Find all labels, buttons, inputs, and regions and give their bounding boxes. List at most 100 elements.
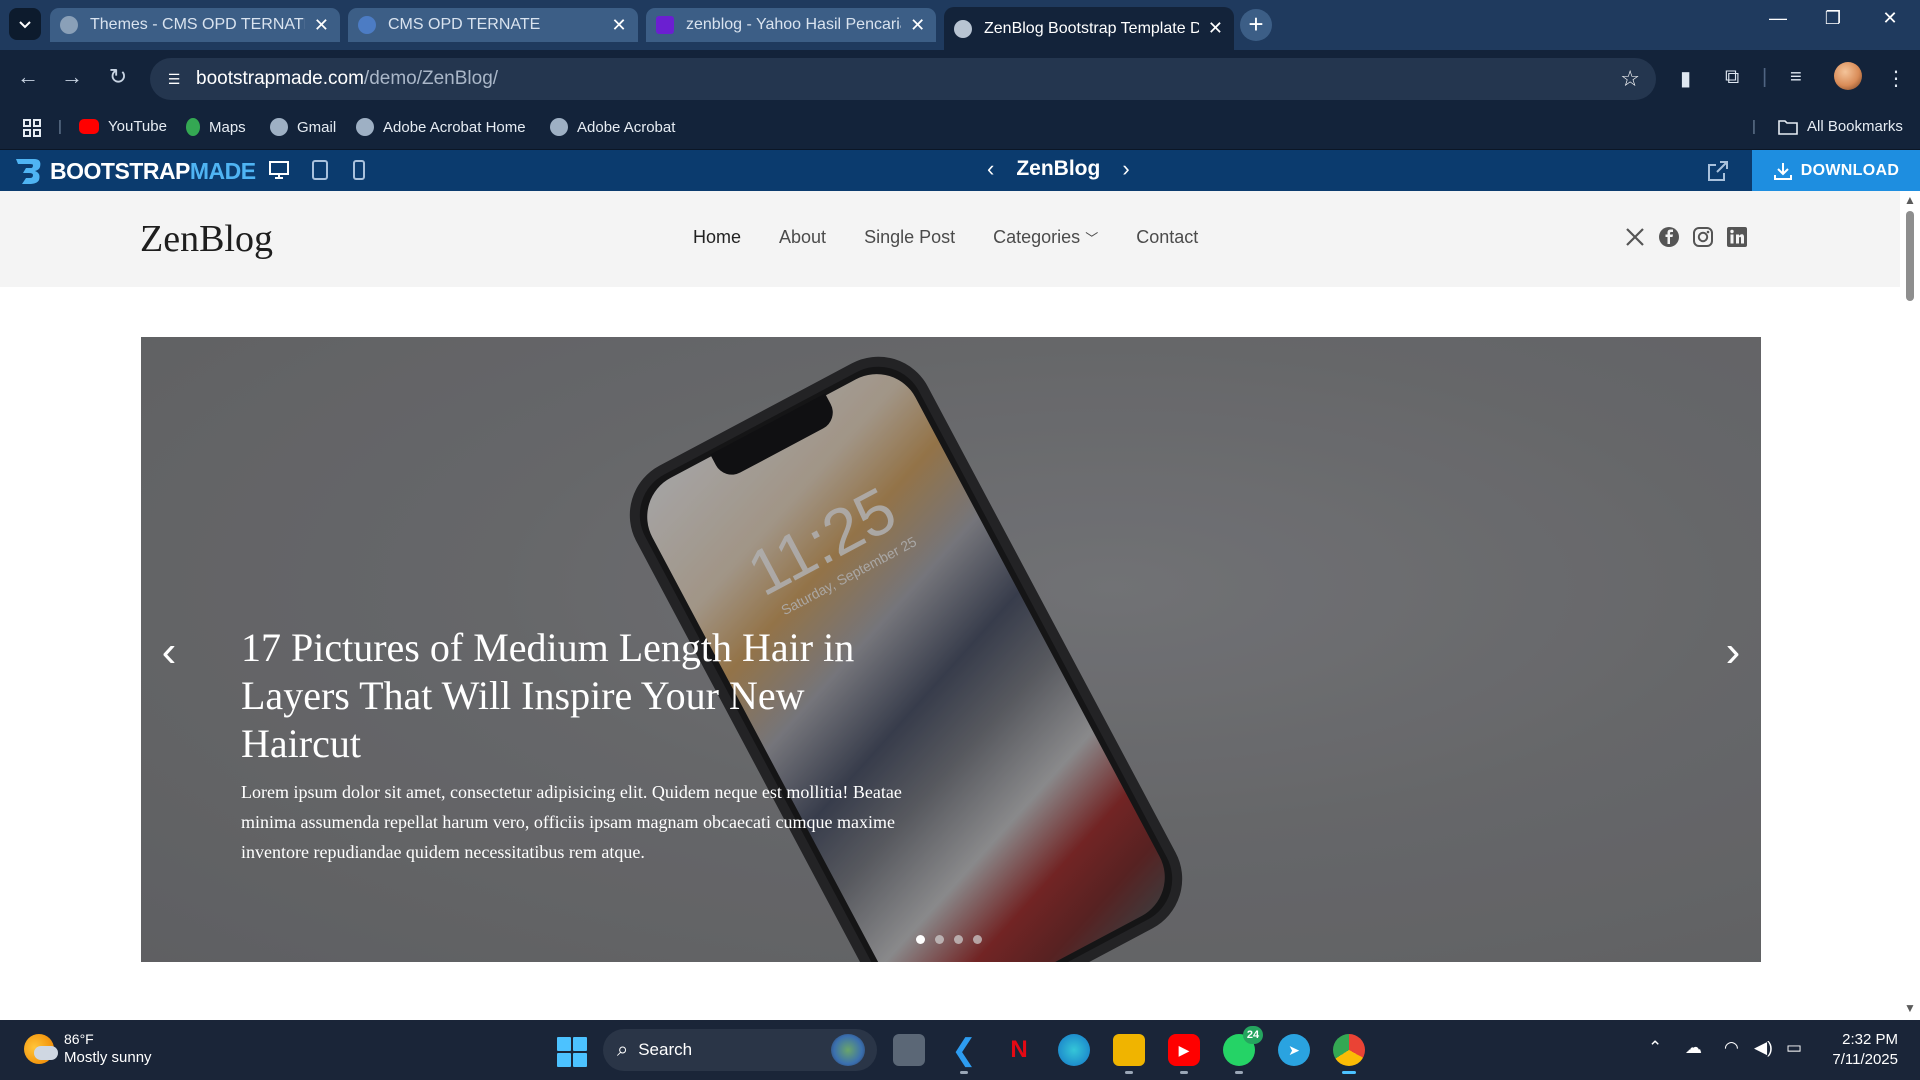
bootstrapmade-logo[interactable]: BOOTSTRAP MADE: [14, 157, 256, 185]
nav-single-post[interactable]: Single Post: [864, 227, 955, 248]
bookmark-label: YouTube: [108, 118, 167, 135]
download-label: DOWNLOAD: [1800, 161, 1900, 179]
bookmark-label: Adobe Acrobat: [577, 118, 676, 136]
new-tab-button[interactable]: +: [1240, 9, 1272, 41]
hero-post-title[interactable]: 17 Pictures of Medium Length Hair in Lay…: [241, 624, 881, 768]
back-button[interactable]: ←: [12, 64, 44, 90]
bookmark-star-icon[interactable]: ☆: [1620, 66, 1640, 92]
netflix-icon[interactable]: N: [1003, 1034, 1035, 1066]
open-external-icon[interactable]: [1706, 159, 1730, 183]
nav-categories[interactable]: Categories ﹀: [993, 227, 1098, 248]
toolbar-divider: |: [1762, 66, 1768, 88]
scroll-down-arrow-icon[interactable]: ▼: [1904, 1001, 1916, 1015]
whatsapp-icon[interactable]: 24: [1223, 1026, 1263, 1074]
extensions-icon[interactable]: ⧉: [1725, 66, 1739, 89]
nav-about[interactable]: About: [779, 227, 826, 248]
tab-search-button[interactable]: [9, 8, 41, 40]
file-explorer-icon[interactable]: [1113, 1034, 1145, 1074]
mobile-view-icon[interactable]: [348, 159, 370, 181]
profile-avatar[interactable]: [1834, 62, 1862, 90]
slider-prev-icon[interactable]: ‹: [149, 627, 189, 677]
bookmark-youtube[interactable]: YouTube: [79, 118, 167, 135]
tab-yahoo-search[interactable]: zenblog - Yahoo Hasil Pencarian ✕: [646, 8, 936, 42]
close-icon[interactable]: ✕: [313, 15, 330, 36]
all-bookmarks-button[interactable]: All Bookmarks: [1778, 118, 1903, 135]
globe-icon: [60, 16, 78, 34]
menu-icon[interactable]: ⋮: [1886, 66, 1906, 91]
tab-cms-opd[interactable]: CMS OPD TERNATE ✕: [348, 8, 638, 42]
close-icon[interactable]: ✕: [610, 15, 628, 36]
logo-text-made: MADE: [189, 157, 256, 184]
telegram-icon[interactable]: ➤: [1278, 1034, 1310, 1066]
youtube-icon: [79, 119, 99, 134]
battery-icon[interactable]: ▭: [1786, 1038, 1802, 1058]
taskbar-search[interactable]: ⌕ Search: [603, 1029, 877, 1071]
tablet-view-icon[interactable]: [309, 159, 331, 181]
taskbar-clock[interactable]: 2:32 PM 7/11/2025: [1820, 1030, 1898, 1070]
slider-dot[interactable]: [916, 935, 925, 944]
scroll-up-arrow-icon[interactable]: ▲: [1904, 193, 1916, 207]
volume-icon[interactable]: ◀): [1754, 1038, 1773, 1058]
web-page-viewport: ZenBlog Home About Single Post Categorie…: [0, 191, 1900, 1020]
edge-icon[interactable]: [1058, 1034, 1090, 1066]
tab-zenblog[interactable]: ZenBlog Bootstrap Template De ✕: [944, 7, 1234, 50]
bookmark-gmail[interactable]: Gmail: [270, 118, 336, 136]
site-header: ZenBlog Home About Single Post Categorie…: [0, 191, 1900, 287]
facebook-icon[interactable]: [1658, 226, 1680, 248]
task-view-icon[interactable]: [893, 1034, 925, 1066]
apps-grid-icon[interactable]: [22, 118, 42, 138]
scrollbar-thumb[interactable]: [1906, 211, 1914, 301]
windows-start-icon[interactable]: [557, 1037, 587, 1067]
bookmark-acrobat-home[interactable]: Adobe Acrobat Home: [356, 118, 526, 136]
slider-dot[interactable]: [954, 935, 963, 944]
bootstrapmade-mark-icon: [16, 159, 41, 184]
show-hidden-icons-icon[interactable]: ⌃: [1648, 1038, 1662, 1058]
weather-desc: Mostly sunny: [64, 1049, 152, 1066]
nav-categories-label: Categories: [993, 227, 1081, 247]
page-scrollbar[interactable]: ▲ ▼: [1900, 191, 1920, 1020]
close-icon[interactable]: ✕: [909, 15, 926, 36]
vscode-icon[interactable]: ❮: [948, 1034, 980, 1074]
bookmark-divider: |: [58, 118, 62, 135]
next-template-icon[interactable]: ›: [1122, 156, 1129, 182]
browser-toolbar: ← → ↻ ☰ bootstrapmade.com/demo/ZenBlog/ …: [0, 50, 1920, 108]
nav-home[interactable]: Home: [693, 227, 741, 248]
reload-button[interactable]: ↻: [102, 64, 134, 90]
clock-date: 7/11/2025: [1832, 1051, 1898, 1068]
bookmark-acrobat[interactable]: Adobe Acrobat: [550, 118, 675, 136]
slider-dot[interactable]: [935, 935, 944, 944]
social-links: [1624, 226, 1748, 248]
tab-title: zenblog - Yahoo Hasil Pencarian: [686, 16, 902, 33]
hero-post-excerpt: Lorem ipsum dolor sit amet, consectetur …: [241, 782, 902, 862]
reading-list-icon[interactable]: ▮: [1680, 66, 1691, 91]
chevron-down-icon: [19, 21, 31, 29]
download-button[interactable]: DOWNLOAD: [1752, 150, 1920, 191]
onedrive-icon[interactable]: ☁: [1685, 1038, 1702, 1058]
clock-time: 2:32 PM: [1842, 1031, 1898, 1048]
weather-widget[interactable]: 86°F Mostly sunny: [24, 1030, 152, 1068]
instagram-icon[interactable]: [1692, 226, 1714, 248]
download-icon: [1773, 162, 1792, 180]
tab-themes-cms[interactable]: Themes - CMS OPD TERNATE ✕: [50, 8, 340, 42]
desktop-view-icon[interactable]: [268, 159, 290, 181]
site-logo[interactable]: ZenBlog: [140, 217, 273, 261]
chrome-icon[interactable]: [1333, 1034, 1365, 1074]
window-close-button[interactable]: ✕: [1868, 8, 1912, 29]
nav-contact[interactable]: Contact: [1136, 227, 1198, 248]
slider-dot[interactable]: [973, 935, 982, 944]
bookmark-maps[interactable]: Maps: [186, 118, 246, 136]
previous-template-icon[interactable]: ‹: [987, 156, 994, 182]
restore-button[interactable]: ❐: [1811, 8, 1855, 29]
slider-next-icon[interactable]: ›: [1713, 627, 1753, 677]
address-bar[interactable]: ☰ bootstrapmade.com/demo/ZenBlog/ ☆: [150, 58, 1656, 100]
youtube-app-icon[interactable]: ▶: [1168, 1034, 1200, 1074]
x-icon[interactable]: [1624, 226, 1646, 248]
linkedin-icon[interactable]: [1726, 226, 1748, 248]
forward-button[interactable]: →: [56, 64, 88, 90]
minimize-button[interactable]: —: [1756, 8, 1800, 29]
close-icon[interactable]: ✕: [1207, 18, 1224, 39]
wifi-icon[interactable]: ◠: [1724, 1038, 1739, 1058]
site-info-icon[interactable]: ☰: [162, 71, 186, 88]
media-control-icon[interactable]: ≡: [1790, 66, 1802, 89]
globe-icon: [356, 118, 374, 136]
